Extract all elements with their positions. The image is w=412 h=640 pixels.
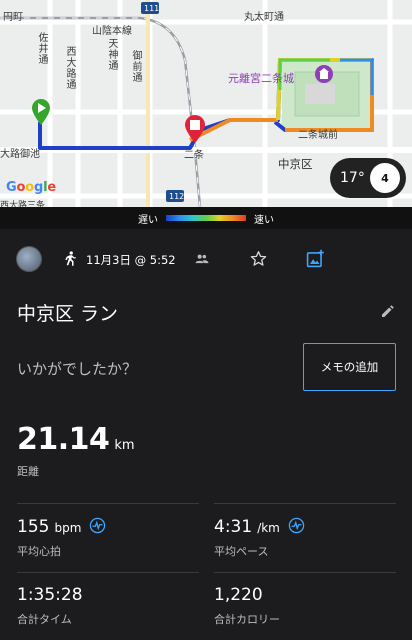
legend-slow-label: 遅い: [138, 214, 158, 226]
divider: [17, 503, 199, 504]
stat-pace[interactable]: 4:31 /km 平均ペース: [214, 515, 305, 559]
stat-calories: 1,220 合計カロリー: [214, 585, 280, 627]
map-label-nishioji: 西大路通: [64, 46, 75, 90]
divider: [214, 572, 396, 573]
total-time-value: 1:35:28: [17, 585, 83, 605]
castle-poi-icon: [315, 65, 333, 83]
heart-rate-value: 155: [17, 517, 50, 537]
map-label-nijo-castle[interactable]: 元離宮二条城: [228, 70, 294, 86]
map-label-sanin-line: 山陰本線: [92, 26, 132, 37]
heart-rate-unit: bpm: [54, 521, 82, 535]
finish-marker-icon: [185, 115, 205, 143]
stat-heart-rate[interactable]: 155 bpm 平均心拍: [17, 515, 106, 559]
map-label-enmachi: 円町: [3, 12, 23, 23]
route-map[interactable]: 円町 111 山陰本線 丸太町通 佐井通 西大路通 天神通 御前通 元離宮二条城…: [0, 0, 412, 207]
activity-date: 11月3日 @ 5:52: [86, 253, 176, 267]
divider: [214, 503, 396, 504]
map-label-onmae: 御前通: [130, 50, 141, 83]
weather-temperature: 17°: [340, 170, 365, 186]
map-label-nijo-station: 二条: [184, 150, 204, 161]
total-time-label: 合計タイム: [17, 613, 72, 626]
pace-label: 平均ペース: [214, 545, 269, 558]
pace-value: 4:31: [214, 517, 253, 537]
running-icon: [65, 251, 76, 266]
start-marker-icon: [32, 99, 50, 125]
google-logo: Google: [6, 180, 56, 195]
add-memo-button[interactable]: メモの追加: [303, 343, 396, 391]
add-photo-icon[interactable]: [306, 249, 325, 268]
edit-icon[interactable]: [380, 303, 396, 319]
map-label-marutamachi: 丸太町通: [244, 12, 284, 23]
map-route-112: 112: [169, 192, 185, 201]
distance-value: 21.14 km: [17, 422, 135, 457]
calories-label: 合計カロリー: [214, 613, 280, 626]
map-route-111: 111: [144, 4, 160, 13]
speed-legend: 遅い 速い: [0, 207, 412, 229]
star-icon[interactable]: [250, 250, 267, 267]
people-icon[interactable]: [195, 252, 209, 266]
map-label-nishiojisanjo: 西大路三条: [0, 201, 46, 207]
stat-total-time: 1:35:28 合計タイム: [17, 585, 83, 627]
distance-number: 21.14: [17, 422, 110, 457]
distance-unit: km: [114, 438, 135, 453]
activity-title[interactable]: 中京区 ラン: [17, 299, 118, 326]
map-label-tenjin: 天神通: [106, 38, 117, 71]
wind-icon: 4: [370, 163, 400, 193]
map-label-oji-oike: 大路御池: [0, 149, 40, 160]
weather-widget[interactable]: 17° 4: [330, 158, 406, 198]
map-label-saiin: 佐井通: [36, 32, 47, 65]
heart-rate-chart-icon: [90, 517, 106, 534]
map-label-nakagyo: 中京区: [278, 157, 313, 171]
heart-rate-label: 平均心拍: [17, 545, 61, 558]
pace-unit: /km: [257, 521, 280, 535]
map-label-nijojo-mae: 二条城前: [298, 130, 338, 141]
pace-chart-icon: [288, 517, 305, 534]
legend-fast-label: 速い: [254, 214, 274, 226]
avatar[interactable]: [16, 246, 42, 272]
activity-header: 11月3日 @ 5:52: [0, 240, 412, 280]
distance-label: 距離: [17, 465, 39, 478]
legend-gradient-bar: [166, 215, 246, 221]
feeling-prompt[interactable]: いかがでしたか？: [17, 358, 137, 379]
divider: [17, 572, 199, 573]
calories-value: 1,220: [214, 585, 263, 605]
